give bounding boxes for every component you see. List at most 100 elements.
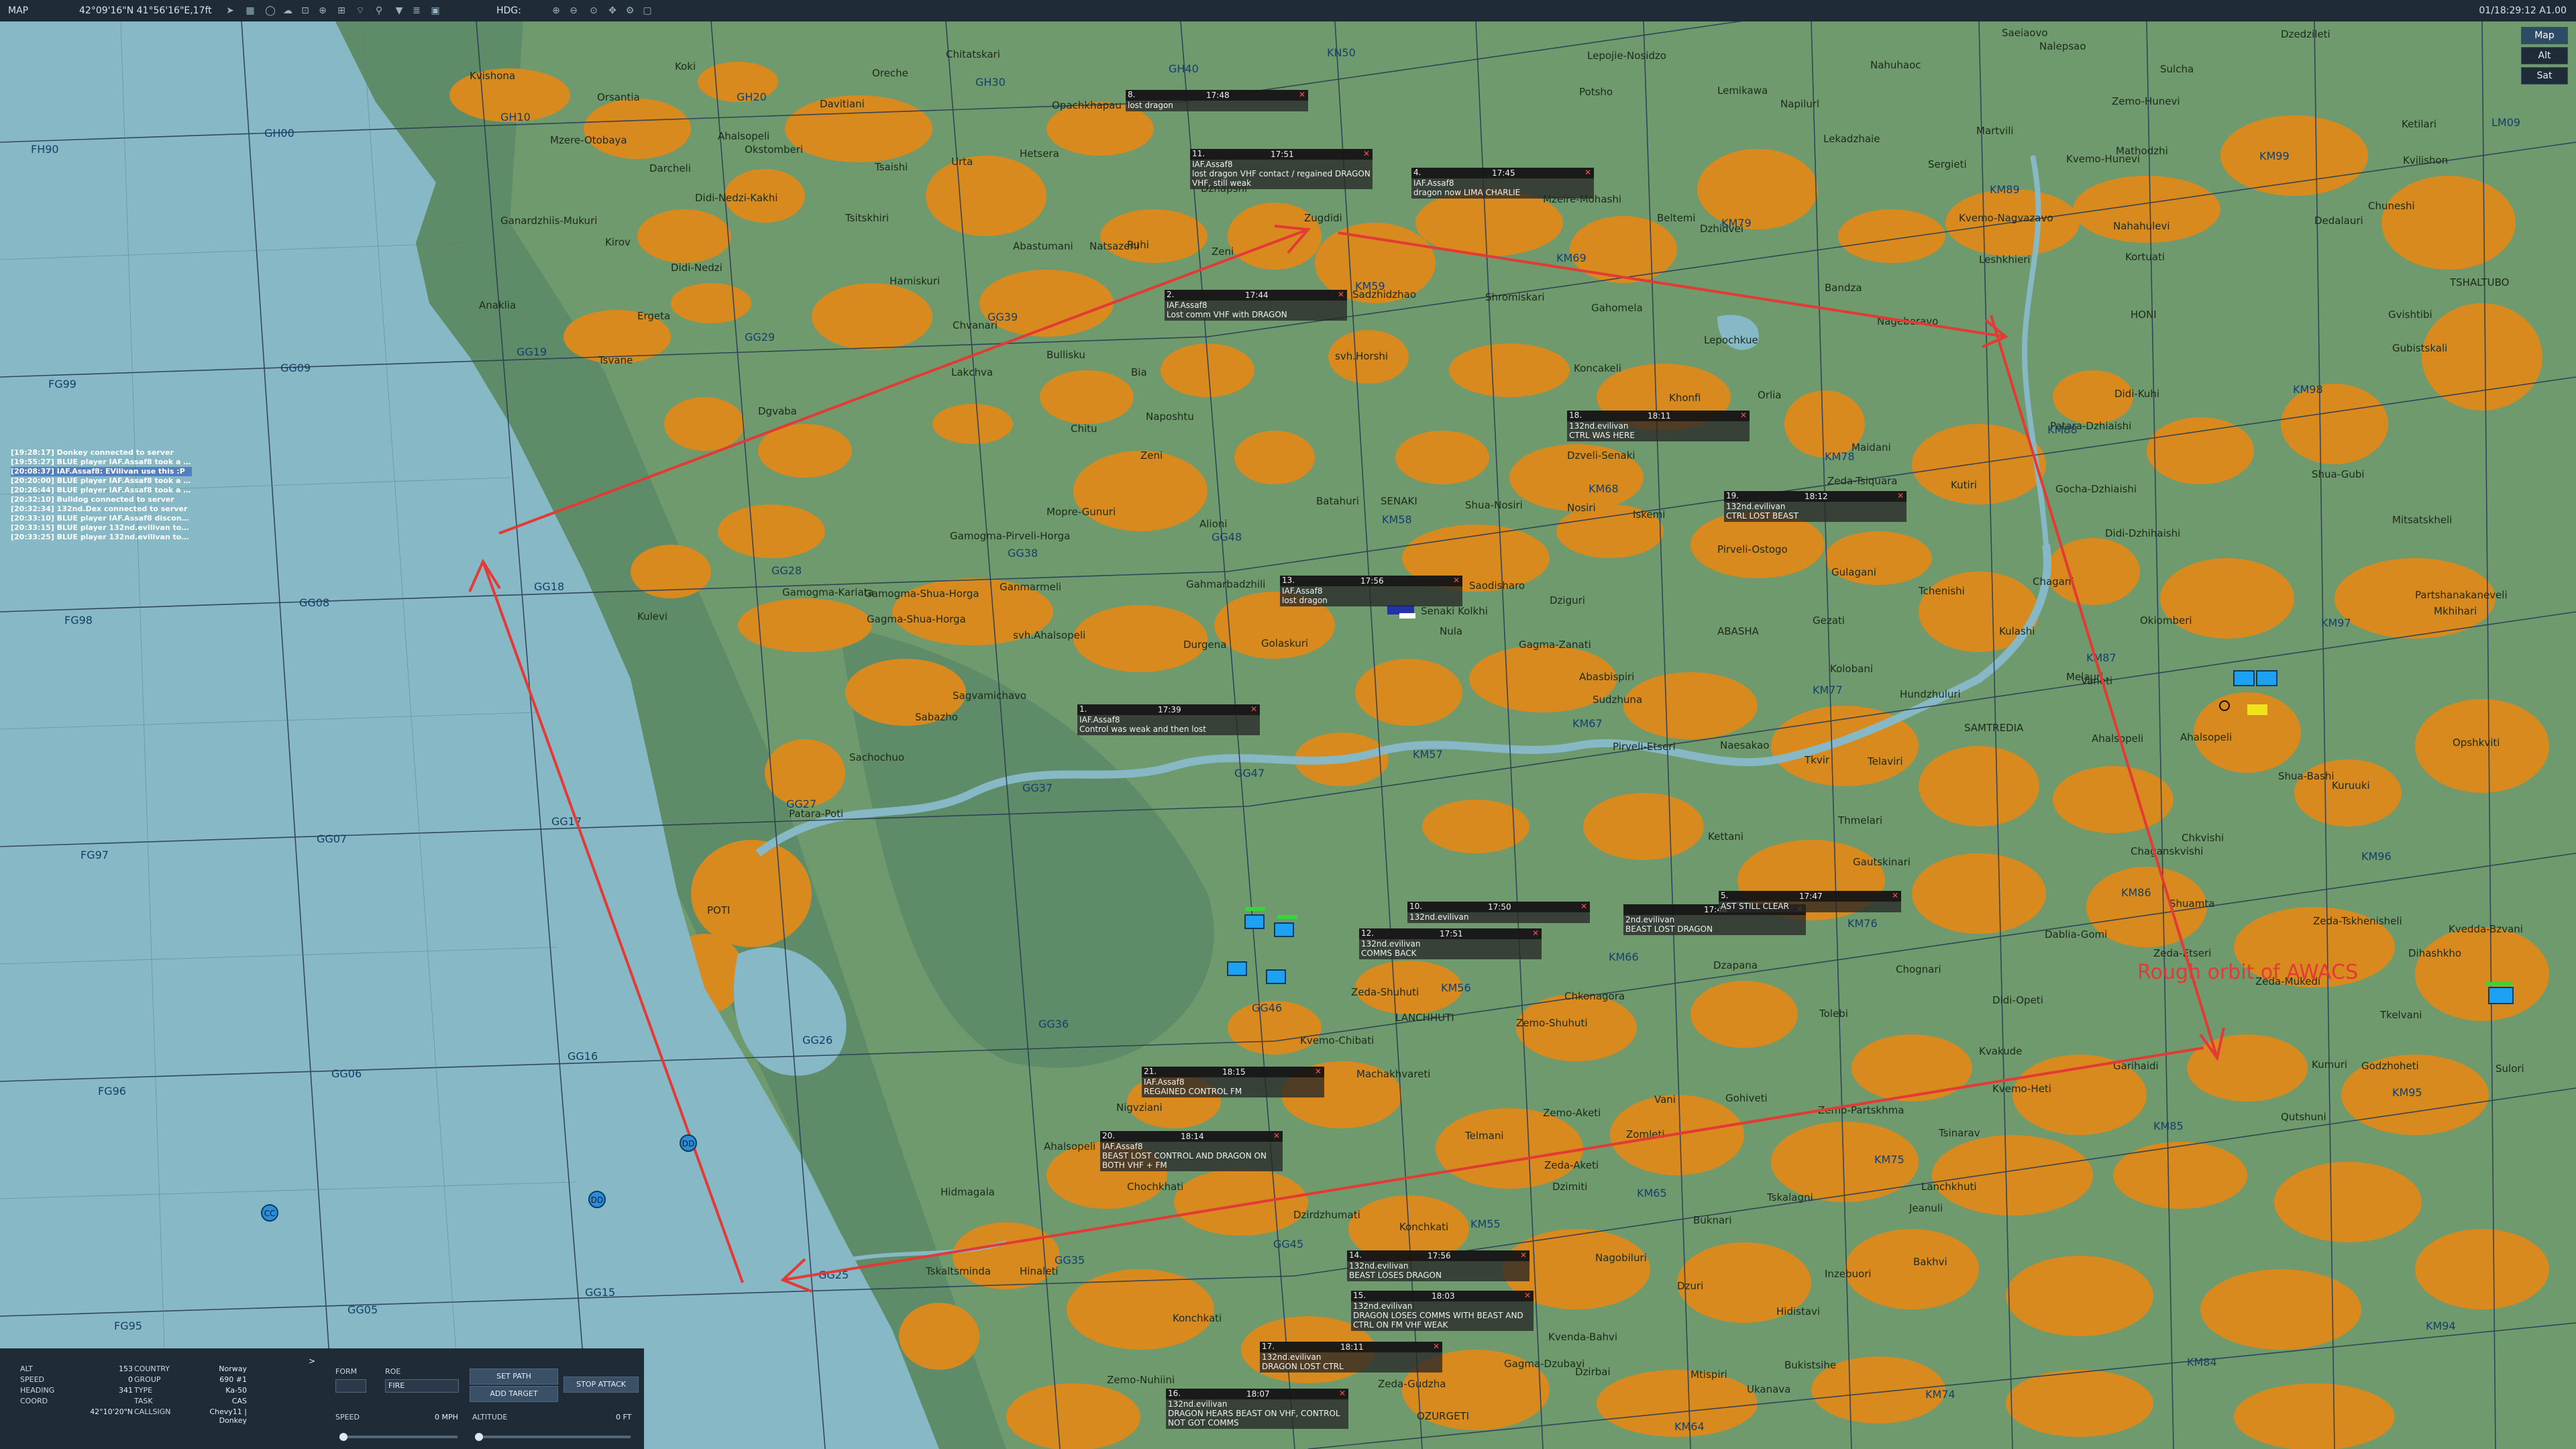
map-mode-sat-button[interactable]: Sat [2521, 67, 2568, 85]
note-close-icon[interactable]: ✕ [1250, 704, 1257, 714]
note-close-icon[interactable]: ✕ [1740, 411, 1747, 420]
grid-square-label: FG99 [48, 378, 76, 390]
map-note[interactable]: 11. 17:51 ✕ IAF.Assaf8 lost dragon VHF conta… [1190, 149, 1373, 189]
map-note[interactable]: 19. 18:12 ✕ 132nd.evilivan CTRL LOST BEAST [1724, 491, 1907, 522]
airfield-badge[interactable]: DD [680, 1134, 697, 1152]
stop-attack-button[interactable]: STOP ATTACK [564, 1377, 639, 1393]
place-label: Tkvir [1804, 754, 1830, 766]
grid-square-label: GG15 [585, 1286, 615, 1299]
note-text: lost dragon [1128, 101, 1173, 110]
speed-slider[interactable] [339, 1433, 458, 1441]
circle-icon[interactable]: ◯ [264, 5, 276, 17]
place-label: Vaneti [2081, 675, 2112, 687]
box-icon[interactable]: ▣ [429, 5, 441, 17]
airfield-badge[interactable]: DD [588, 1191, 606, 1208]
speed-value: 0 MPH [435, 1413, 458, 1421]
note-close-icon[interactable]: ✕ [1433, 1342, 1440, 1351]
note-close-icon[interactable]: ✕ [1892, 891, 1898, 900]
note-header: 18. 18:11 ✕ [1567, 411, 1750, 421]
place-label: Didi-Nedzi [671, 262, 722, 274]
set-path-button[interactable]: SET PATH [470, 1368, 558, 1385]
note-close-icon[interactable]: ✕ [1524, 1291, 1531, 1300]
map-note[interactable]: 1. 17:39 ✕ IAF.Assaf8 Control was weak and t… [1077, 704, 1260, 735]
map-note[interactable]: 16. 18:07 ✕ 132nd.evilivan DRAGON HEARS BEAS… [1166, 1389, 1348, 1429]
list-icon[interactable]: ≣ [411, 5, 423, 17]
zoom-in-icon[interactable]: ⊕ [550, 5, 562, 17]
radar-icon[interactable]: ⌔ [354, 5, 366, 17]
note-number: 16. [1168, 1389, 1181, 1398]
target-icon[interactable]: ⊕ [317, 5, 329, 17]
note-author: IAF.Assaf8 [1192, 160, 1233, 169]
layers-icon[interactable]: ▦ [244, 5, 256, 17]
map-note[interactable]: 2. 17:44 ✕ IAF.Assaf8 Lost comm VHF with DRA… [1165, 290, 1347, 321]
map-note[interactable]: 5. 17:47 ✕ AST STILL CLEAR [1719, 891, 1901, 912]
chat-line: [20:33:25] BLUE player 132nd.evilivan to… [11, 533, 192, 541]
note-close-icon[interactable]: ✕ [1453, 576, 1460, 585]
signal-icon[interactable]: ⚲ [373, 5, 385, 17]
map-note[interactable]: 18. 18:11 ✕ 132nd.evilivan CTRL WAS HERE [1567, 411, 1750, 441]
place-label: Bia [1131, 366, 1147, 378]
zoom-fit-icon[interactable]: ⊙ [588, 5, 600, 17]
roe-select[interactable]: FIRE [385, 1379, 459, 1393]
map-note[interactable]: 20. 18:14 ✕ IAF.Assaf8 BEAST LOST CONTROL AN… [1100, 1131, 1283, 1171]
frame-icon[interactable]: ▢ [641, 5, 653, 17]
arrow-icon[interactable]: ➤ [224, 5, 236, 17]
note-close-icon[interactable]: ✕ [1363, 149, 1370, 158]
note-text: Control was weak and then lost [1079, 724, 1206, 734]
note-close-icon[interactable]: ✕ [1315, 1067, 1322, 1076]
note-close-icon[interactable]: ✕ [1897, 491, 1904, 500]
tactical-map[interactable]: Kvishona Koki Chitatskari Orsantia Anaklia Ga… [0, 21, 2576, 1449]
add-target-button[interactable]: ADD TARGET [470, 1386, 558, 1402]
place-label: Gocha-Dzhiaishi [2055, 483, 2137, 495]
map-note[interactable]: 12. 17:51 ✕ 132nd.evilivan COMMS BACK [1359, 928, 1542, 959]
map-note[interactable]: 10. 17:50 ✕ 132nd.evilivan [1407, 902, 1590, 923]
note-header: 10. 17:50 ✕ [1407, 902, 1590, 912]
map-note[interactable]: 17. 18:11 ✕ 132nd.evilivan DRAGON LOST CTRL [1260, 1342, 1442, 1373]
note-header: 4. 17:45 ✕ [1411, 168, 1594, 178]
airfield-badge[interactable]: CC [261, 1204, 278, 1222]
weather-icon[interactable]: ☁ [282, 5, 294, 17]
grid-square-label: KM55 [1470, 1218, 1501, 1230]
note-close-icon[interactable]: ✕ [1338, 290, 1344, 299]
ruler-icon[interactable]: ⊡ [299, 5, 311, 17]
form-select[interactable] [335, 1379, 366, 1393]
altitude-slider-knob[interactable] [475, 1433, 483, 1441]
map-mode-alt-button[interactable]: Alt [2521, 47, 2568, 64]
map-note[interactable]: 15. 18:03 ✕ 132nd.evilivan DRAGON LOSES COMM… [1351, 1291, 1534, 1331]
place-label: Abasbispiri [1579, 671, 1634, 683]
note-close-icon[interactable]: ✕ [1520, 1250, 1527, 1260]
map-note[interactable]: 8. 17:48 ✕ lost dragon [1126, 90, 1308, 111]
stat-value: Chevy11 | Donkey [209, 1407, 247, 1425]
place-label: Kettani [1708, 830, 1743, 843]
place-label: Gezati [1813, 614, 1845, 627]
note-close-icon[interactable]: ✕ [1580, 902, 1587, 911]
blue-unit-east[interactable] [2486, 982, 2514, 1004]
note-close-icon[interactable]: ✕ [1532, 928, 1539, 938]
note-close-icon[interactable]: ✕ [1299, 90, 1305, 99]
map-mode-map-button[interactable]: Map [2521, 27, 2568, 44]
settings-icon[interactable]: ⚙ [624, 5, 636, 17]
note-close-icon[interactable]: ✕ [1339, 1389, 1346, 1398]
map-note[interactable]: 14. 17:56 ✕ 132nd.evilivan BEAST LOSES DRAGO… [1347, 1250, 1529, 1281]
map-note[interactable]: 21. 18:15 ✕ IAF.Assaf8 REGAINED CONTROL FM [1142, 1067, 1324, 1097]
speed-slider-knob[interactable] [339, 1433, 347, 1441]
map-note[interactable]: 13. 17:56 ✕ IAF.Assaf8 lost dragon [1280, 576, 1462, 606]
note-close-icon[interactable]: ✕ [1273, 1131, 1280, 1140]
grid-icon[interactable]: ⊞ [335, 5, 347, 17]
place-label: Dzveli-Senaki [1567, 449, 1635, 462]
note-header: 5. 17:47 ✕ [1719, 891, 1901, 902]
zoom-out-icon[interactable]: ⊖ [568, 5, 580, 17]
map-note[interactable]: 4. 17:45 ✕ IAF.Assaf8 dragon now LIMA CHARLI… [1411, 168, 1594, 199]
place-label: Kulashi [1999, 625, 2035, 637]
map-mode-switcher: Map Alt Sat [2521, 27, 2568, 87]
map-mode-label: MAP [8, 5, 29, 16]
place-label: Naesakao [1720, 739, 1769, 751]
place-label: Ergeta [637, 310, 670, 322]
panel-collapse-icon[interactable]: > [309, 1356, 315, 1366]
marker-icon[interactable]: ▼ [393, 5, 405, 17]
altitude-slider[interactable] [475, 1433, 631, 1441]
note-close-icon[interactable]: ✕ [1585, 168, 1591, 177]
note-time: 18:12 [1805, 492, 1828, 501]
pan-icon[interactable]: ✥ [606, 5, 619, 17]
grid-square-label: KM96 [2361, 850, 2392, 863]
